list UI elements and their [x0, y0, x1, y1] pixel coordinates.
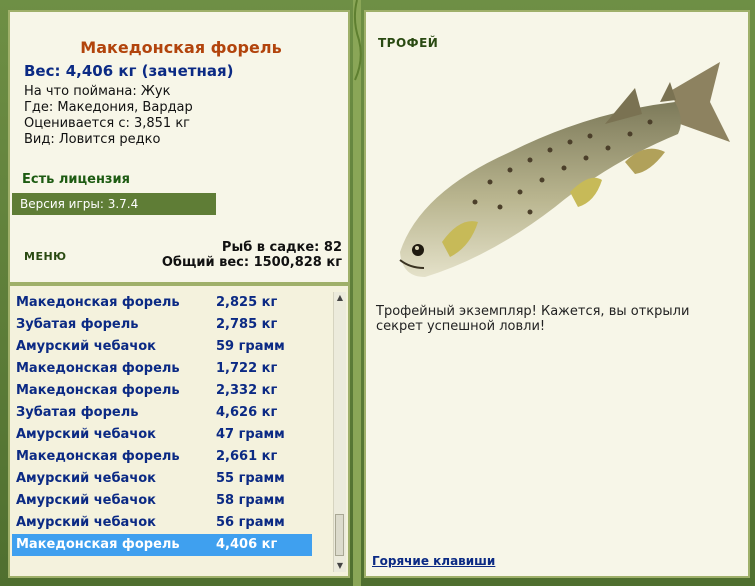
fish-location: Где: Македония, Вардар: [24, 100, 193, 115]
fish-title: Македонская форель: [80, 38, 282, 57]
scroll-up-icon[interactable]: ▲: [334, 292, 346, 304]
catch-row[interactable]: Зубатая форель 2,785 кг: [12, 314, 312, 336]
catch-row[interactable]: Македонская форель 2,661 кг: [12, 446, 312, 468]
catch-row-weight: 2,332 кг: [216, 383, 278, 398]
trophy-description: Трофейный экземпляр! Кажется, вы открыли…: [376, 304, 690, 334]
catch-row-name: Македонская форель: [16, 537, 180, 552]
fish-rarity: Вид: Ловится редко: [24, 132, 161, 147]
catch-row-name: Македонская форель: [16, 383, 180, 398]
catch-list-scrollbar[interactable]: ▲ ▼: [333, 292, 346, 572]
catch-row-weight: 56 грамм: [216, 515, 285, 530]
catch-row[interactable]: Македонская форель 4,406 кг: [12, 534, 312, 556]
keepnet-stats: Рыб в садке: 82 Общий вес: 1500,828 кг: [162, 240, 342, 270]
catch-row-name: Амурский чебачок: [16, 427, 157, 442]
trout-image: [399, 62, 730, 277]
catch-row-name: Македонская форель: [16, 361, 180, 376]
keepnet-total: Общий вес: 1500,828 кг: [161, 255, 342, 270]
catch-row-weight: 2,785 кг: [216, 317, 278, 332]
game-version: Версия игры: 3.7.4: [12, 193, 216, 215]
vine-decoration: [353, 0, 362, 586]
catch-row-name: Амурский чебачок: [16, 515, 157, 530]
catch-row-weight: 59 грамм: [216, 339, 285, 354]
catch-row-name: Зубатая форель: [16, 317, 139, 332]
catch-row-name: Амурский чебачок: [16, 493, 157, 508]
catch-row[interactable]: Амурский чебачок 55 грамм: [12, 468, 312, 490]
fish-value: Оценивается с: 3,851 кг: [24, 116, 191, 131]
catch-row-weight: 58 грамм: [216, 493, 285, 508]
catch-row[interactable]: Амурский чебачок 59 грамм: [12, 336, 312, 358]
catch-row-name: Зубатая форель: [16, 405, 139, 420]
catch-row-weight: 47 грамм: [216, 427, 285, 442]
fish-weight: Вес: 4,406 кг (зачетная): [24, 62, 234, 80]
scrollbar-thumb[interactable]: [335, 514, 344, 556]
catch-row[interactable]: Македонская форель 1,722 кг: [12, 358, 312, 380]
catch-row-name: Македонская форель: [16, 449, 180, 464]
catch-row-weight: 55 грамм: [216, 471, 285, 486]
catch-row-weight: 4,626 кг: [216, 405, 278, 420]
hotkeys-link[interactable]: Горячие клавиши: [372, 554, 495, 568]
catch-row[interactable]: Амурский чебачок 47 грамм: [12, 424, 312, 446]
trophy-panel: ТРОФЕЙ Трофейный экземпляр! Кажется, вы …: [364, 10, 750, 578]
catch-row-weight: 2,825 кг: [216, 295, 278, 310]
catch-row-name: Македонская форель: [16, 295, 180, 310]
catch-row-weight: 1,722 кг: [216, 361, 278, 376]
menu-button[interactable]: МЕНЮ: [24, 250, 67, 263]
catch-list-panel: Македонская форель 2,825 кг Зубатая форель…: [8, 284, 350, 578]
fish-info-panel: Македонская форель Вес: 4,406 кг (зачетн…: [8, 10, 350, 284]
catch-row[interactable]: Амурский чебачок 58 грамм: [12, 490, 312, 512]
catch-row-weight: 4,406 кг: [216, 537, 278, 552]
catch-row-weight: 2,661 кг: [216, 449, 278, 464]
catch-row-name: Амурский чебачок: [16, 339, 157, 354]
catch-row[interactable]: Македонская форель 2,332 кг: [12, 380, 312, 402]
keepnet-count: Рыб в садке: 82: [221, 240, 342, 255]
scroll-down-icon[interactable]: ▼: [334, 560, 346, 572]
catch-row-name: Амурский чебачок: [16, 471, 157, 486]
catch-row[interactable]: Македонская форель 2,825 кг: [12, 292, 312, 314]
catch-row[interactable]: Амурский чебачок 56 грамм: [12, 512, 312, 534]
license-status: Есть лицензия: [22, 172, 130, 187]
fish-bait: На что поймана: Жук: [24, 84, 171, 99]
catch-list: Македонская форель 2,825 кг Зубатая форель…: [12, 292, 312, 556]
catch-row[interactable]: Зубатая форель 4,626 кг: [12, 402, 312, 424]
